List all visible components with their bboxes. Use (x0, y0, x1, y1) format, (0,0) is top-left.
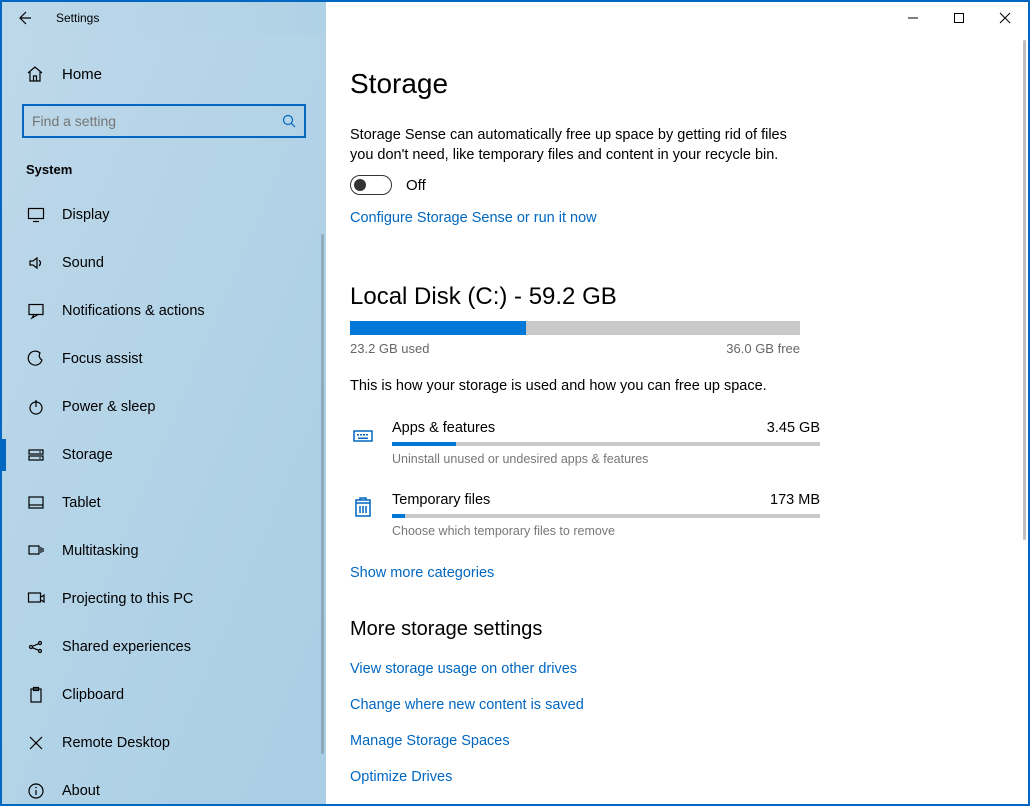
category-bar (392, 442, 820, 446)
shared-experiences-icon (26, 638, 46, 656)
section-header: System (2, 156, 326, 191)
disk-free: 36.0 GB free (726, 341, 800, 356)
sidebar-item-multitasking[interactable]: Multitasking (2, 527, 326, 575)
category-bar (392, 514, 820, 518)
sidebar-item-clipboard[interactable]: Clipboard (2, 671, 326, 719)
more-settings-link[interactable]: Optimize Drives (350, 769, 990, 785)
titlebar-right (326, 2, 1028, 34)
sidebar: Home System Display Sound Notifications & … (2, 34, 326, 804)
sidebar-item-display[interactable]: Display (2, 191, 326, 239)
sidebar-item-sound[interactable]: Sound (2, 239, 326, 287)
sidebar-item-shared-experiences[interactable]: Shared experiences (2, 623, 326, 671)
category-icon (350, 422, 376, 448)
disk-title: Local Disk (C:) - 59.2 GB (350, 283, 990, 311)
back-arrow-icon (16, 10, 32, 26)
sidebar-item-projecting[interactable]: Projecting to this PC (2, 575, 326, 623)
notifications-icon (26, 302, 46, 320)
more-settings-link[interactable]: Manage Storage Spaces (350, 733, 990, 749)
usage-description: This is how your storage is used and how… (350, 378, 990, 394)
more-settings-link[interactable]: Change where new content is saved (350, 697, 990, 713)
category-list: Apps & features 3.45 GB Uninstall unused o… (350, 420, 990, 538)
storage-icon (26, 446, 46, 464)
sound-icon (26, 254, 46, 272)
more-settings-link[interactable]: View storage usage on other drives (350, 661, 990, 677)
disk-used: 23.2 GB used (350, 341, 430, 356)
close-button[interactable] (982, 2, 1028, 34)
main-content: Storage Storage Sense can automatically … (326, 34, 1028, 804)
sidebar-item-label: Projecting to this PC (62, 591, 193, 607)
page-title: Storage (350, 68, 990, 100)
display-icon (26, 206, 46, 224)
sidebar-item-label: Storage (62, 447, 113, 463)
settings-window: Settings Home (0, 0, 1030, 806)
titlebar: Settings (2, 2, 1028, 34)
titlebar-left: Settings (2, 2, 326, 34)
home-icon (26, 65, 46, 83)
sidebar-item-label: About (62, 783, 100, 799)
sidebar-item-label: Remote Desktop (62, 735, 170, 751)
main-scrollbar[interactable] (1023, 40, 1026, 540)
sidebar-item-remote-desktop[interactable]: Remote Desktop (2, 719, 326, 767)
disk-usage-fill (350, 321, 526, 335)
category-size: 173 MB (770, 492, 820, 508)
multitasking-icon (26, 542, 46, 560)
configure-storage-sense-link[interactable]: Configure Storage Sense or run it now (350, 210, 597, 226)
toggle-state-label: Off (406, 177, 426, 194)
sidebar-item-label: Power & sleep (62, 399, 156, 415)
category-name: Apps & features (392, 420, 495, 436)
more-storage-settings-title: More storage settings (350, 618, 990, 641)
disk-usage-bar (350, 321, 800, 335)
category-subtitle: Choose which temporary files to remove (392, 524, 820, 538)
category-icon (350, 494, 376, 520)
sidebar-item-power-sleep[interactable]: Power & sleep (2, 383, 326, 431)
more-settings-links: View storage usage on other drives Change… (350, 661, 990, 804)
sidebar-scrollbar[interactable] (321, 234, 324, 754)
sidebar-item-storage[interactable]: Storage (2, 431, 326, 479)
focus-assist-icon (26, 350, 46, 368)
sidebar-item-label: Display (62, 207, 110, 223)
category-subtitle: Uninstall unused or undesired apps & fea… (392, 452, 820, 466)
sidebar-item-about[interactable]: About (2, 767, 326, 804)
sidebar-item-label: Focus assist (62, 351, 143, 367)
tablet-icon (26, 494, 46, 512)
search-icon (274, 114, 304, 128)
sidebar-item-label: Shared experiences (62, 639, 191, 655)
category-size: 3.45 GB (767, 420, 820, 436)
sidebar-item-notifications[interactable]: Notifications & actions (2, 287, 326, 335)
remote-desktop-icon (26, 734, 46, 752)
disk-stats: 23.2 GB used 36.0 GB free (350, 341, 800, 356)
nav-list: Display Sound Notifications & actions Focus… (2, 191, 326, 804)
show-more-categories-link[interactable]: Show more categories (350, 565, 494, 581)
power-sleep-icon (26, 398, 46, 416)
maximize-button[interactable] (936, 2, 982, 34)
sidebar-item-label: Notifications & actions (62, 303, 205, 319)
clipboard-icon (26, 686, 46, 704)
body: Home System Display Sound Notifications & … (2, 34, 1028, 804)
sidebar-item-focus-assist[interactable]: Focus assist (2, 335, 326, 383)
sidebar-item-label: Multitasking (62, 543, 139, 559)
window-title: Settings (56, 11, 99, 25)
storage-category-temporary-files[interactable]: Temporary files 173 MB Choose which tempor… (350, 492, 820, 538)
sidebar-item-tablet[interactable]: Tablet (2, 479, 326, 527)
home-button[interactable]: Home (2, 54, 326, 94)
back-button[interactable] (2, 2, 46, 34)
sidebar-item-label: Sound (62, 255, 104, 271)
search-input[interactable] (24, 113, 274, 129)
projecting-icon (26, 590, 46, 608)
sidebar-item-label: Tablet (62, 495, 101, 511)
storage-category-apps-features[interactable]: Apps & features 3.45 GB Uninstall unused o… (350, 420, 820, 466)
search-field[interactable] (22, 104, 306, 138)
minimize-button[interactable] (890, 2, 936, 34)
storage-sense-description: Storage Sense can automatically free up … (350, 126, 790, 165)
storage-sense-toggle[interactable] (350, 175, 392, 195)
about-icon (26, 782, 46, 800)
storage-sense-toggle-row: Off (350, 175, 990, 195)
home-label: Home (62, 66, 102, 83)
window-controls (890, 2, 1028, 34)
sidebar-item-label: Clipboard (62, 687, 124, 703)
category-name: Temporary files (392, 492, 490, 508)
